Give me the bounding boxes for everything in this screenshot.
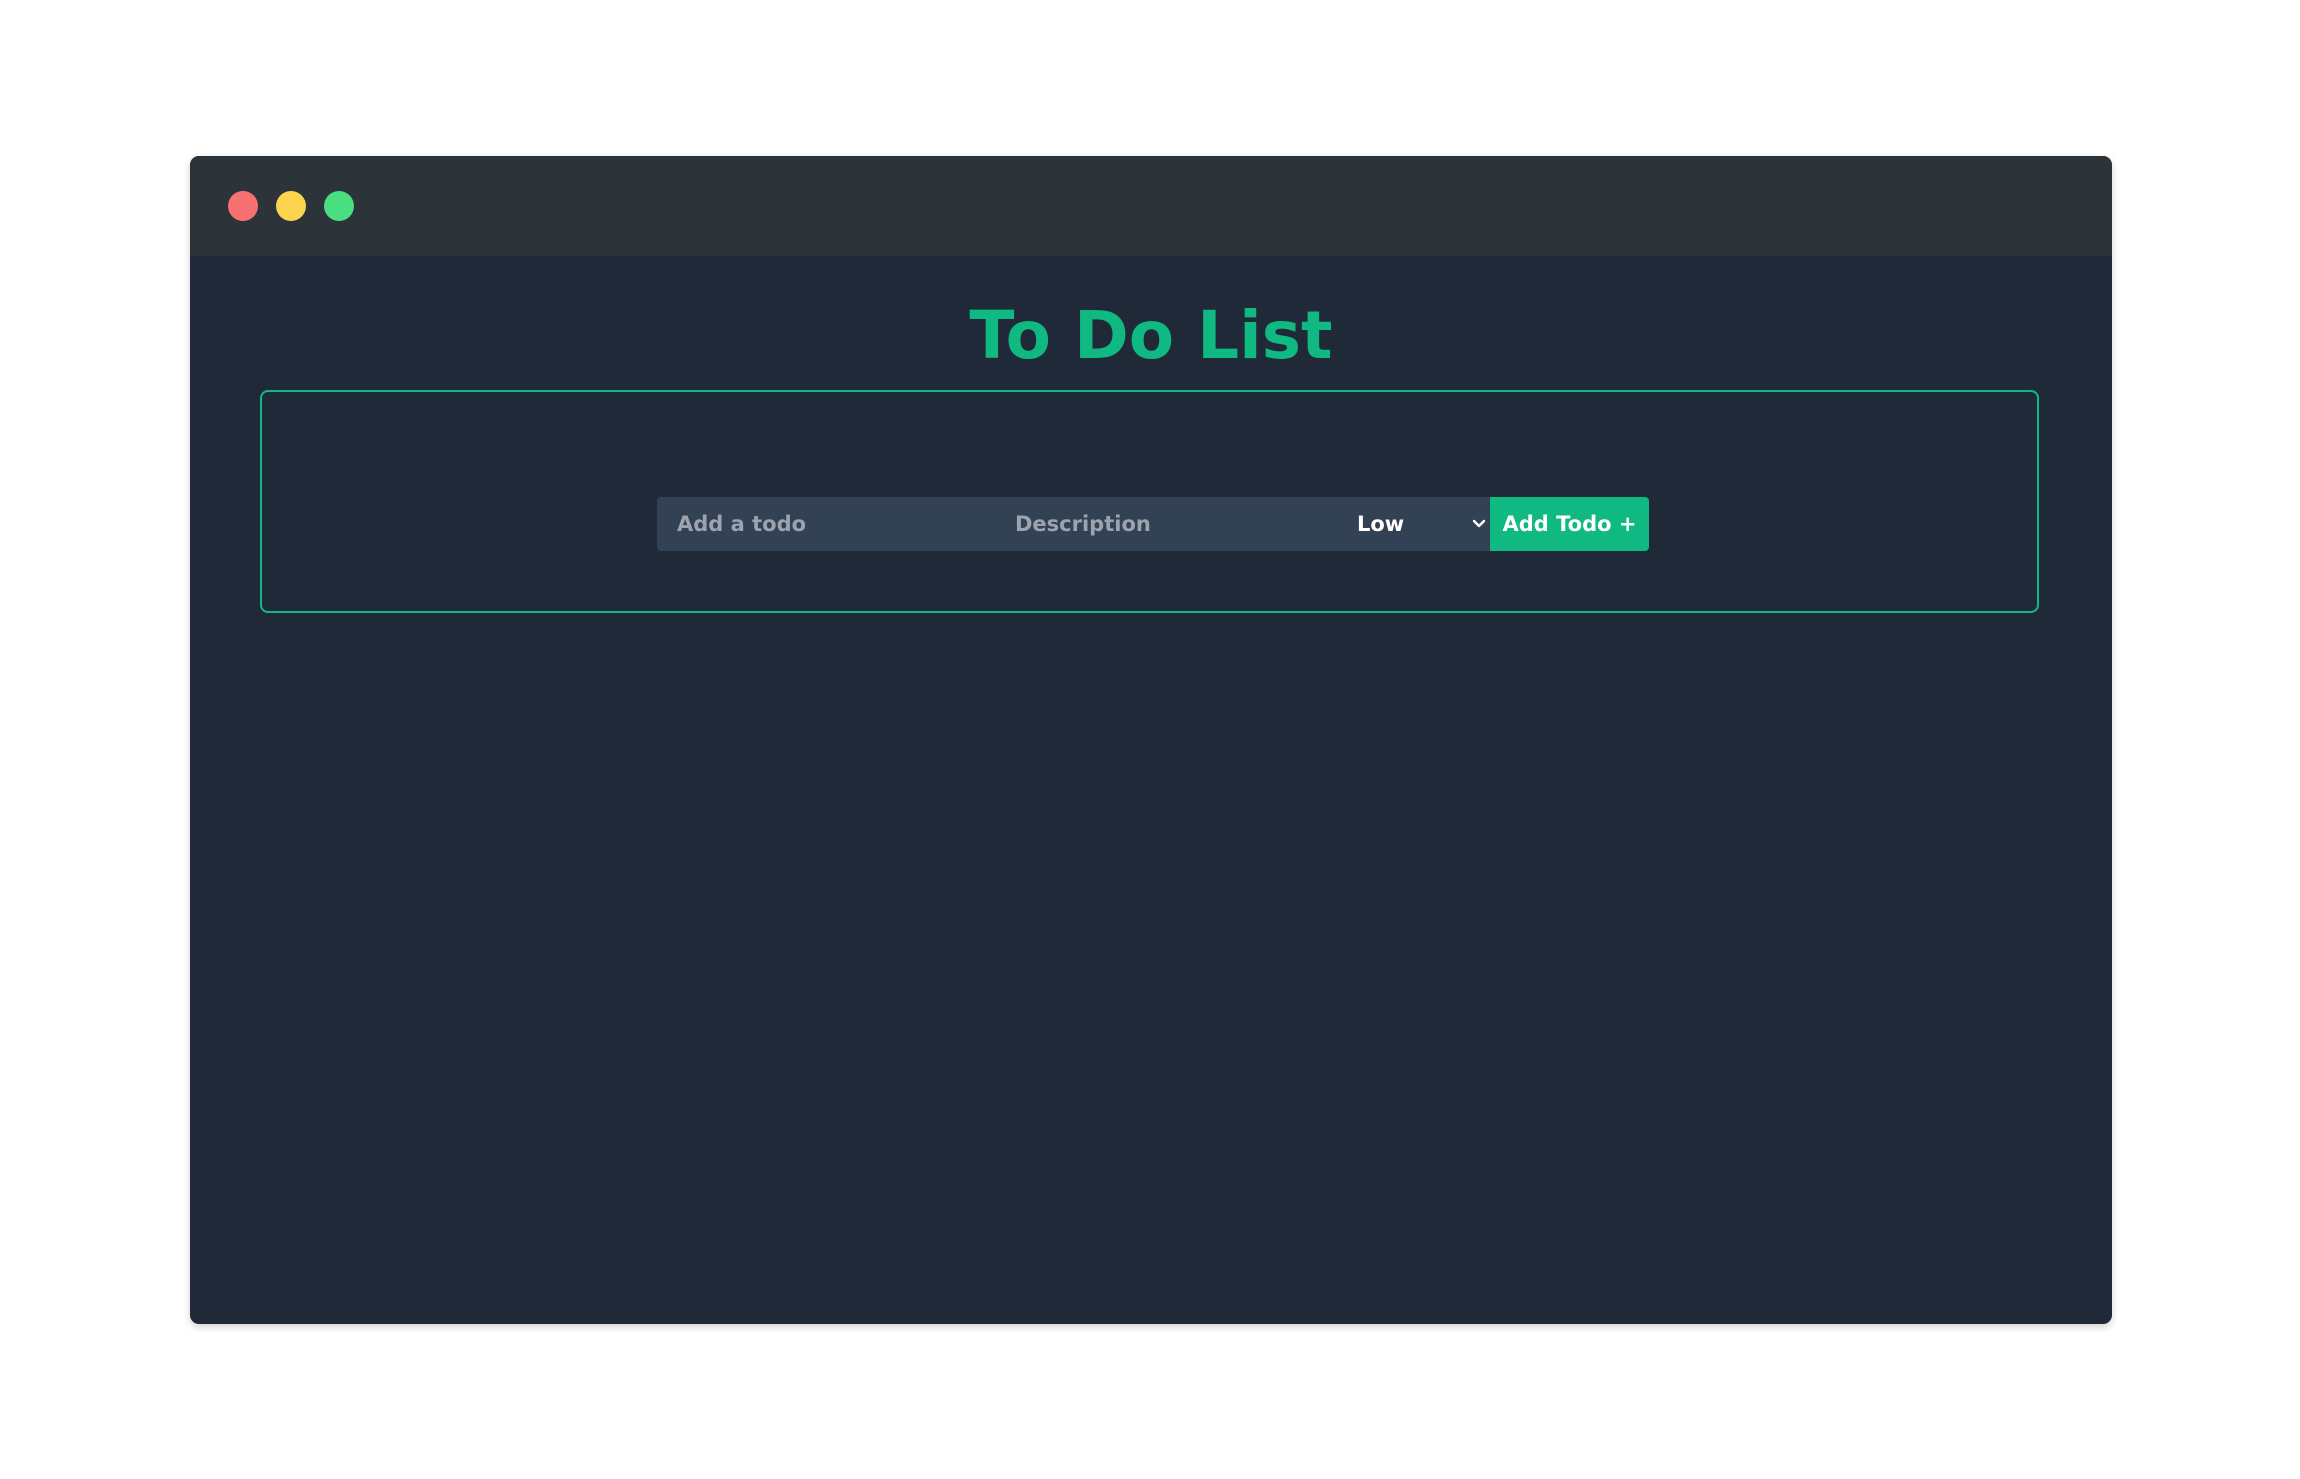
todo-input[interactable] — [657, 497, 995, 551]
window-titlebar — [190, 156, 2112, 256]
description-input[interactable] — [995, 497, 1337, 551]
app-window: To Do List Low Add Todo + — [190, 156, 2112, 1324]
todo-form-card: Low Add Todo + — [260, 390, 2039, 613]
maximize-window-button[interactable] — [324, 191, 354, 221]
close-window-button[interactable] — [228, 191, 258, 221]
chevron-down-icon — [1472, 511, 1486, 537]
add-todo-button[interactable]: Add Todo + — [1490, 497, 1649, 551]
priority-selected-value: Low — [1357, 512, 1405, 536]
todo-form: Low Add Todo + — [657, 497, 1649, 551]
page-title: To Do List — [969, 297, 1333, 374]
minimize-window-button[interactable] — [276, 191, 306, 221]
priority-select[interactable]: Low — [1337, 497, 1490, 551]
